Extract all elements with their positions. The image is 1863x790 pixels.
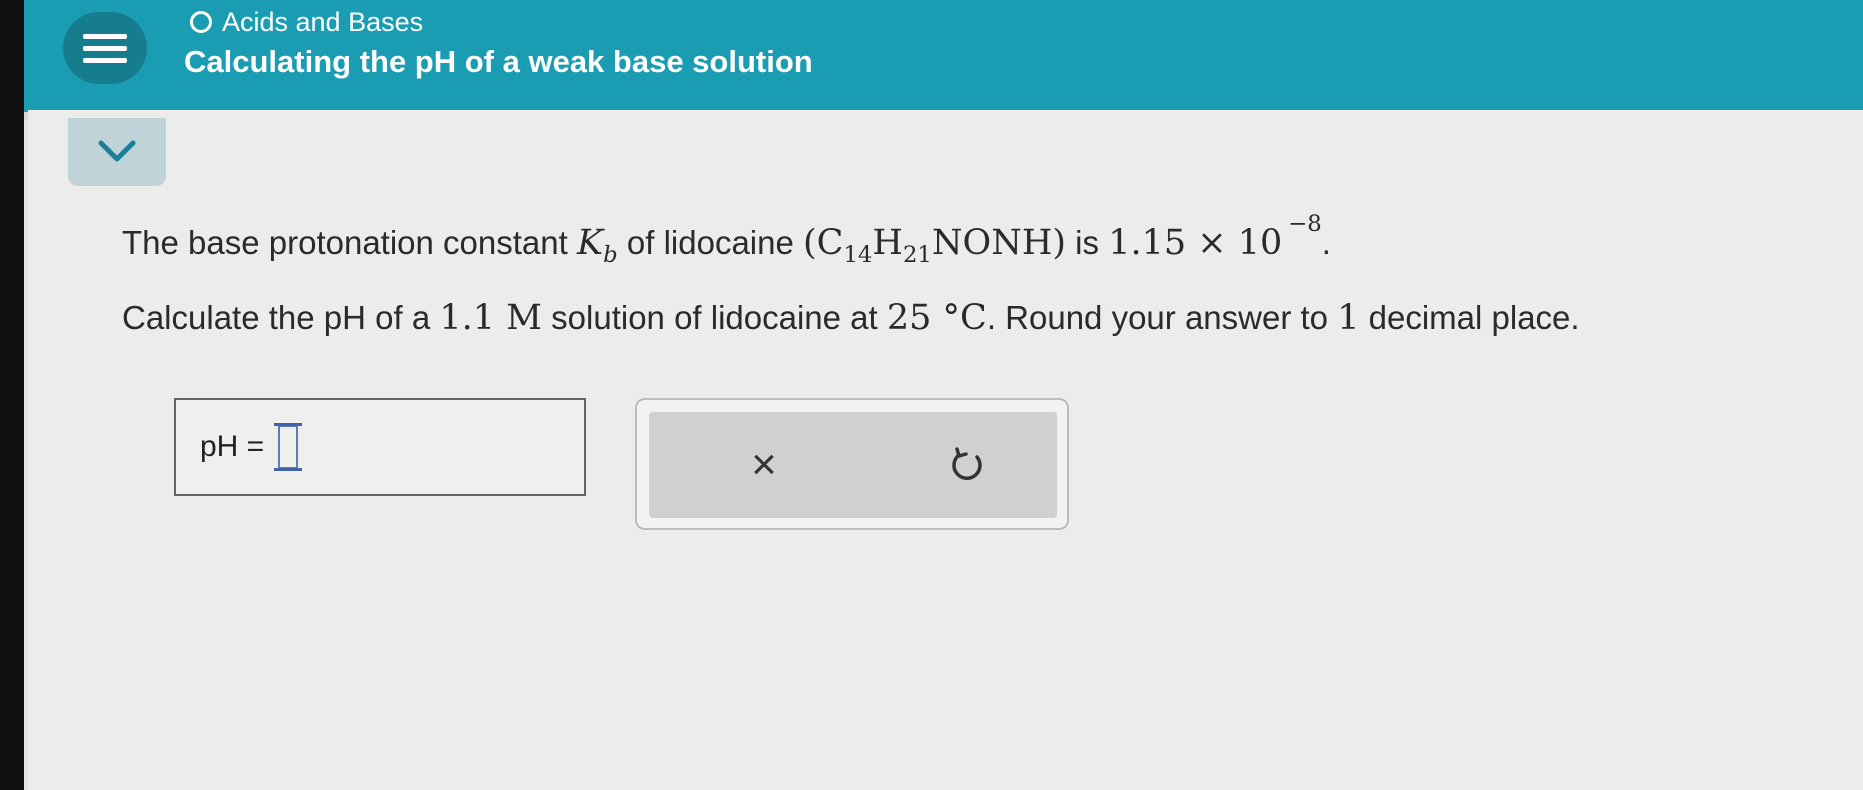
clear-button[interactable]: × [729, 432, 799, 498]
lidocaine-formula: (C14H21NONH) [803, 222, 1067, 268]
hamburger-icon [83, 33, 127, 39]
concentration-value: 1.1 M [439, 298, 542, 339]
breadcrumb[interactable]: Acids and Bases [190, 6, 423, 38]
undo-icon [952, 447, 982, 481]
close-icon: × [751, 440, 777, 489]
breadcrumb-topic: Acids and Bases [222, 6, 424, 37]
hamburger-icon [83, 45, 127, 51]
chevron-down-icon [98, 140, 136, 162]
kb-symbol: Kb [576, 222, 618, 268]
page-title: Calculating the pH of a weak base soluti… [184, 44, 813, 79]
problem-line-2: Calculate the pH of a 1.1 M solution of … [122, 298, 1580, 339]
kb-value: 1.15 × 10 −8 [1108, 211, 1322, 263]
collapse-toggle[interactable] [68, 118, 166, 186]
menu-button[interactable] [63, 12, 147, 84]
undo-button[interactable] [932, 432, 1002, 498]
temperature-value: 25 °C [886, 298, 987, 339]
answer-input-field[interactable] [274, 423, 303, 471]
screen-bezel [0, 0, 24, 790]
progress-circle-icon [190, 11, 212, 33]
ph-label: pH = [200, 430, 265, 463]
answer-input-box[interactable]: pH = [174, 398, 586, 496]
problem-statement: The base protonation constant Kb of lido… [122, 210, 1842, 341]
answer-tools-tray: × [649, 412, 1057, 518]
hamburger-icon [83, 57, 127, 63]
problem-line-1: The base protonation constant Kb of lido… [122, 211, 1331, 268]
answer-tools-panel: × [635, 398, 1069, 530]
decimals-value: 1 [1337, 298, 1360, 339]
